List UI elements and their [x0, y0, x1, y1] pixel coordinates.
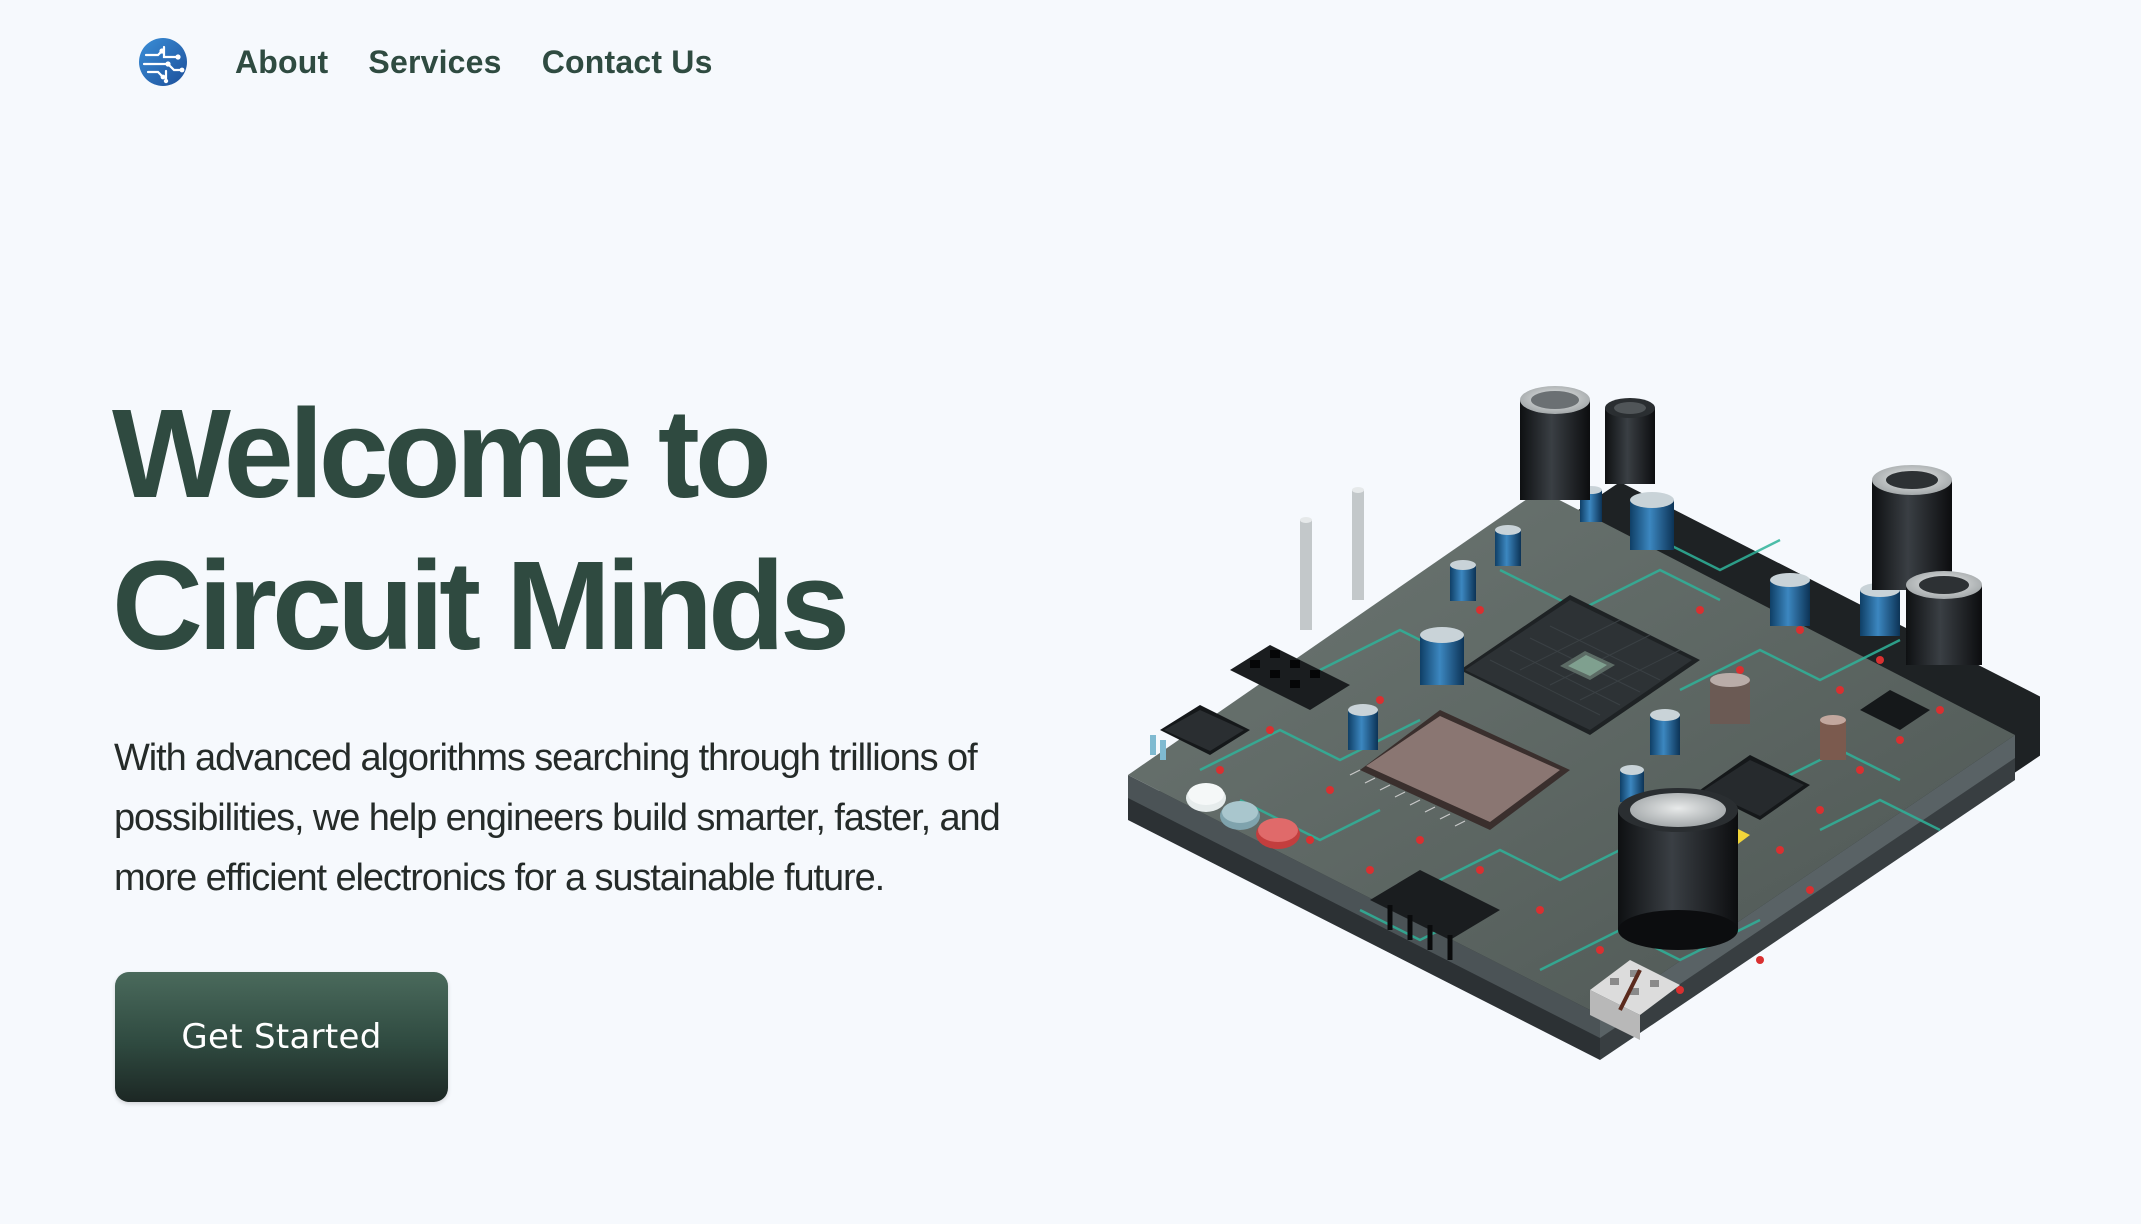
get-started-button[interactable]: Get Started [115, 972, 448, 1102]
hero-title-line-1: Welcome to [112, 383, 772, 524]
hero-title-line-2: Circuit Minds [112, 535, 850, 676]
nav-link-services[interactable]: Services [368, 44, 501, 81]
top-nav: About Services Contact Us [138, 34, 753, 90]
hero-title: Welcome to Circuit Minds [112, 378, 1112, 682]
circuit-brain-logo-icon[interactable] [138, 37, 188, 87]
circuit-board-illustration [1128, 386, 2040, 1060]
nav-link-about[interactable]: About [235, 44, 328, 81]
hero-description: With advanced algorithms searching throu… [114, 737, 1001, 899]
nav-link-contact-us[interactable]: Contact Us [542, 44, 713, 81]
landing-page: About Services Contact Us Welcome to Cir… [0, 0, 2141, 1224]
